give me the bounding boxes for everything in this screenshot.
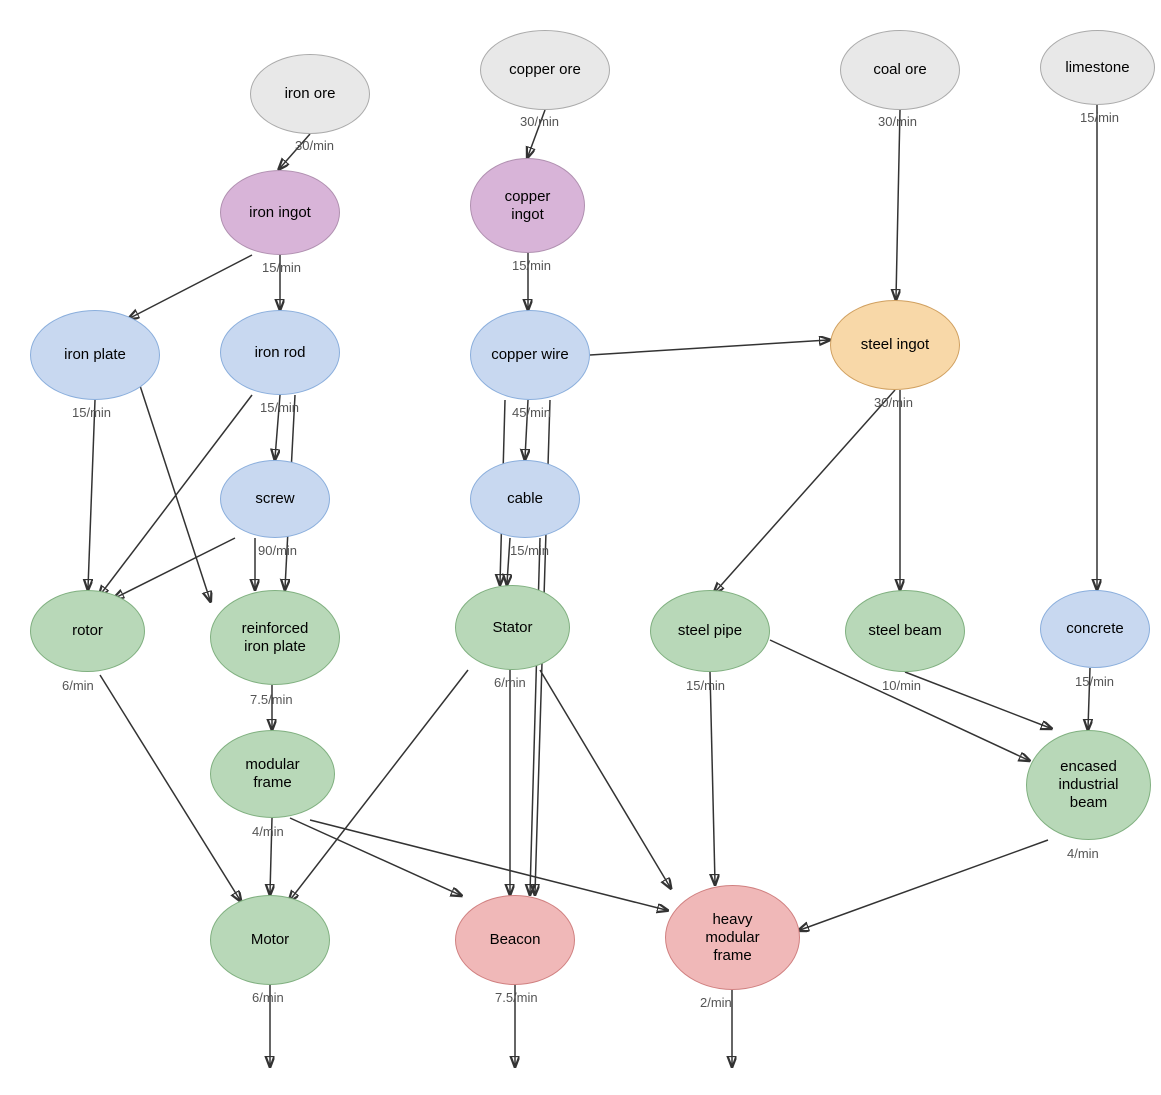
rate-copper_ingot_rate: 15/min: [512, 258, 551, 273]
rate-rotor_rate: 6/min: [62, 678, 94, 693]
node-beacon: Beacon: [455, 895, 575, 985]
rate-steel_beam_rate: 10/min: [882, 678, 921, 693]
rate-copper_wire_rate: 45/min: [512, 405, 551, 420]
rate-mod_frame_rate: 4/min: [252, 824, 284, 839]
rate-enc_beam_rate: 4/min: [1067, 846, 1099, 861]
rate-steel_ingot_rate: 30/min: [874, 395, 913, 410]
rate-stator_rate: 6/min: [494, 675, 526, 690]
rate-coal_ore_rate: 30/min: [878, 114, 917, 129]
rate-reinf_rate: 7.5/min: [250, 692, 293, 707]
node-reinf_iron: reinforcediron plate: [210, 590, 340, 685]
node-concrete: concrete: [1040, 590, 1150, 668]
node-iron_rod: iron rod: [220, 310, 340, 395]
node-iron_plate: iron plate: [30, 310, 160, 400]
rate-iron_plate_rate: 15/min: [72, 405, 111, 420]
node-mod_frame: modularframe: [210, 730, 335, 818]
rate-motor_rate: 6/min: [252, 990, 284, 1005]
rate-steel_pipe_rate: 15/min: [686, 678, 725, 693]
node-iron_ore: iron ore: [250, 54, 370, 134]
rate-iron_ingot_rate: 15/min: [262, 260, 301, 275]
rate-screw_rate: 90/min: [258, 543, 297, 558]
rate-heavy_mod_rate: 2/min: [700, 995, 732, 1010]
rate-cable_rate: 15/min: [510, 543, 549, 558]
node-rotor: rotor: [30, 590, 145, 672]
rate-copper_ore_rate: 30/min: [520, 114, 559, 129]
node-iron_ingot: iron ingot: [220, 170, 340, 255]
node-steel_pipe: steel pipe: [650, 590, 770, 672]
rate-iron_rod_rate: 15/min: [260, 400, 299, 415]
rate-iron_ore_rate: 30/min: [295, 138, 334, 153]
arrows-svg: [0, 0, 1161, 1095]
node-heavy_mod: heavymodularframe: [665, 885, 800, 990]
diagram: iron ore copper ore coal ore limestone iron …: [0, 0, 1161, 1095]
node-steel_beam: steel beam: [845, 590, 965, 672]
rate-beacon_rate: 7.5/min: [495, 990, 538, 1005]
node-motor: Motor: [210, 895, 330, 985]
rate-limestone_rate: 15/min: [1080, 110, 1119, 125]
node-cable: cable: [470, 460, 580, 538]
node-copper_ore: copper ore: [480, 30, 610, 110]
node-stator: Stator: [455, 585, 570, 670]
node-copper_ingot: copperingot: [470, 158, 585, 253]
rate-concrete_rate: 15/min: [1075, 674, 1114, 689]
node-enc_beam: encasedindustrialbeam: [1026, 730, 1151, 840]
node-limestone: limestone: [1040, 30, 1155, 105]
node-steel_ingot: steel ingot: [830, 300, 960, 390]
node-coal_ore: coal ore: [840, 30, 960, 110]
node-screw: screw: [220, 460, 330, 538]
node-copper_wire: copper wire: [470, 310, 590, 400]
